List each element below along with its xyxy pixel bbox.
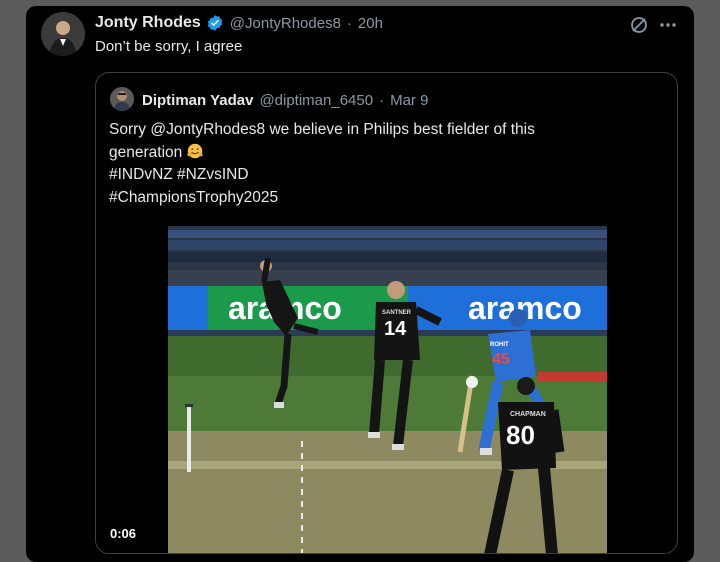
video-frame: aramco aramco — [168, 226, 607, 553]
rohit-jersey-name: ROHIT — [490, 342, 509, 348]
quoted-hashtag-line[interactable]: #ChampionsTrophy2025 — [109, 187, 664, 210]
quoted-author-handle[interactable]: @diptiman_6450 — [259, 92, 373, 109]
author-handle[interactable]: @JontyRhodes8 — [230, 15, 341, 32]
quoted-text: Sorry @JontyRhodes8 we believe in Philip… — [109, 119, 664, 209]
quoted-date[interactable]: Mar 9 — [390, 92, 428, 109]
quoted-line-2: generation — [109, 142, 664, 165]
santner-jersey-name: SANTNER — [382, 310, 412, 316]
grok-icon[interactable] — [628, 14, 650, 36]
video-player[interactable]: aramco aramco — [96, 226, 677, 553]
quoted-author-avatar[interactable] — [110, 87, 134, 111]
author-avatar[interactable] — [41, 12, 85, 56]
video-timestamp: 0:06 — [110, 526, 137, 541]
quoted-hashtags-line[interactable]: #INDvNZ #NZvsIND — [109, 164, 664, 187]
author-name[interactable]: Jonty Rhodes — [95, 14, 201, 32]
separator-dot: · — [379, 91, 385, 109]
quoted-line-1: Sorry @JontyRhodes8 we believe in Philip… — [109, 121, 535, 138]
chapman-jersey-number: 80 — [506, 420, 535, 450]
more-icon[interactable] — [657, 14, 679, 36]
tweet-text: Don’t be sorry, I agree — [95, 38, 243, 55]
rohit-jersey-number: 45 — [492, 351, 510, 368]
quoted-line-2-text: generation — [109, 143, 183, 161]
verified-badge-icon — [207, 15, 222, 31]
crowd-dots — [168, 230, 607, 262]
santner-jersey-number: 14 — [384, 318, 407, 340]
separator-dot: · — [346, 14, 352, 32]
quoted-tweet[interactable]: Diptiman Yadav @diptiman_6450 · Mar 9 So… — [95, 72, 678, 554]
tweet-header: Jonty Rhodes @JontyRhodes8 · 20h — [95, 12, 383, 34]
chapman-jersey-name: CHAPMAN — [510, 411, 546, 418]
quoted-author-name[interactable]: Diptiman Yadav — [142, 92, 253, 109]
quoted-header: Diptiman Yadav @diptiman_6450 · Mar 9 — [142, 89, 428, 111]
tweet-card[interactable]: Jonty Rhodes @JontyRhodes8 · 20h Don’t b… — [26, 6, 694, 562]
tweet-time[interactable]: 20h — [358, 15, 383, 32]
hugging-face-emoji — [187, 143, 204, 158]
